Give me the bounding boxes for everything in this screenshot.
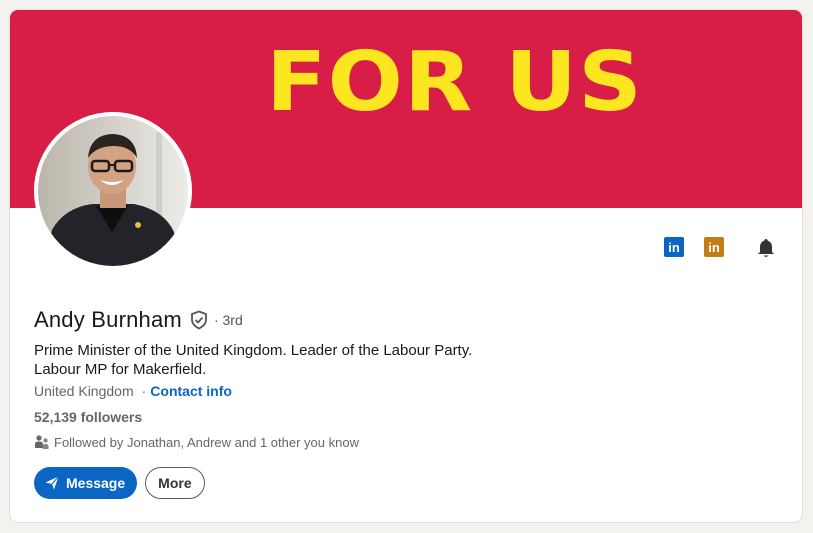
people-icon [34,434,50,450]
message-button-label: Message [66,475,126,491]
linkedin-icon[interactable]: in [663,236,685,258]
name-row: Andy Burnham · 3rd [34,306,243,334]
svg-text:in: in [668,240,680,255]
mutual-connections[interactable]: Followed by Jonathan, Andrew and 1 other… [34,434,359,450]
mutual-text: Followed by Jonathan, Andrew and 1 other… [54,434,359,450]
svg-text:in: in [708,240,720,255]
profile-headline: Prime Minister of the United Kingdom. Le… [34,341,534,379]
headline-line-2: Labour MP for Makerfield. [34,361,207,378]
headline-line-1: Prime Minister of the United Kingdom. Le… [34,342,473,359]
connection-degree: · 3rd [213,312,243,328]
contact-info-link[interactable]: Contact info [150,383,232,399]
message-button[interactable]: Message [34,467,138,499]
avatar[interactable] [34,112,192,270]
profile-location: United Kingdom [34,383,134,399]
bell-icon[interactable] [755,237,777,259]
more-button[interactable]: More [145,467,205,499]
location-row: United Kingdom · Contact info [34,383,232,399]
separator: · [141,383,147,399]
profile-card: FOR US in in Andy Burnham · 3rd Prime Mi… [10,10,802,522]
action-buttons: Message More [34,467,205,499]
verified-shield-icon[interactable] [189,310,209,330]
banner-text: FOR US [266,35,643,130]
profile-name: Andy Burnham [34,307,182,332]
avatar-photo [34,112,192,270]
linkedin-premium-icon[interactable]: in [703,236,725,258]
followers-count[interactable]: 52,139 followers [34,409,142,425]
send-icon [44,475,60,491]
